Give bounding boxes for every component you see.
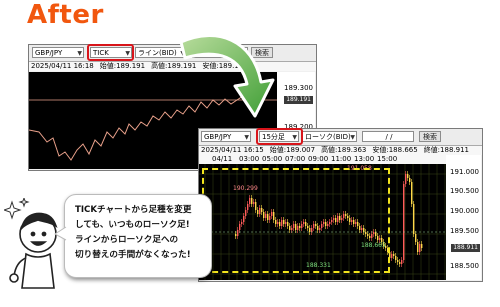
bubble-line: 切り替えの手間がなくなった! [75,250,191,260]
date-value: / / [385,133,393,141]
timestamp: 2025/04/11 16:18 [31,62,94,70]
candle-body [403,184,405,260]
current-price-tag: 189.191 [284,96,313,104]
line-type-value: ライン(BID) [138,49,177,57]
person-icon [9,212,58,289]
bubble-line: TICKチャートから足種を変更 [75,205,192,215]
candle-body [409,178,411,182]
time-label: 13:00 [354,155,375,163]
y-tick: 189.300 [284,84,313,92]
speech-bubble: TICKチャートから足種を変更 しても、いつものローソク足! ラインからローソク… [64,194,212,278]
candle-body [419,244,421,252]
current-price-tag: 188.911 [451,244,480,252]
y-tick: 188.500 [450,262,479,270]
candle-body [417,242,419,252]
person-illustration [4,198,58,289]
search-button[interactable]: 検索 [419,131,441,142]
pair-value: GBP/JPY [35,49,63,57]
ohlc-info: 2025/04/11 16:15 始値:189.007 高値:189.363 安値:1… [199,146,482,155]
dashed-highlight [202,168,390,273]
candle-body [391,254,393,258]
toolbar: GBP/JPY ▼ 15分足 ▼ ローソク(BID) ▼ / / 検索 [199,129,482,146]
pair-select[interactable]: GBP/JPY ▼ [32,47,84,58]
date-field[interactable]: / / [362,131,414,142]
close-value: 終値:188.911 [423,146,469,154]
candle-body [421,244,423,248]
y-tick: 191.000 [450,168,479,176]
y-tick: 189.500 [450,227,479,235]
arrow-shape [179,34,275,118]
candle-body [411,182,413,204]
candle-body [395,256,397,260]
highlight-box [87,44,134,61]
timestamp: 2025/04/11 16:15 [201,146,264,154]
bubble-tail [54,226,67,241]
chevron-down-icon: ▼ [77,50,82,57]
time-label: 07:00 [285,155,306,163]
low-value: 安値:188.665 [372,146,418,154]
time-label: 09:00 [308,155,329,163]
bubble-line: ラインからローソク足への [75,235,179,245]
time-label: 11:00 [331,155,352,163]
transition-arrow [179,34,275,118]
candle-body [397,260,399,262]
high-value: 高値:189.363 [321,146,367,154]
chevron-down-icon: ▼ [244,134,249,141]
y-tick: 190.500 [450,187,479,195]
heading: After [27,0,104,30]
candle-body [415,234,417,242]
time-label: 05:00 [262,155,283,163]
candle-body [399,262,401,264]
open-value: 始値:189.007 [269,146,316,154]
candle-price-axis: 191.000 190.500 190.000 189.500 188.911 … [446,155,481,280]
candle-body [393,254,395,256]
time-label: 04/11 [212,155,233,163]
style-select[interactable]: ローソク(BID) ▼ [302,131,357,142]
candle-body [407,174,409,178]
y-tick: 190.000 [450,207,479,215]
time-label: 03:00 [239,155,260,163]
pair-select[interactable]: GBP/JPY ▼ [201,131,251,142]
open-value: 始値:189.191 [99,62,146,70]
style-value: ローソク(BID) [305,133,351,141]
highlight-box [256,128,303,145]
time-label: 15:00 [377,155,398,163]
bubble-text: TICKチャートから足種を変更 しても、いつものローソク足! ラインからローソク… [75,203,191,263]
candle-body [405,174,407,184]
sparkle-icon [4,198,30,220]
time-axis: 04/11 03:00 05:00 07:00 09:00 11:00 13:0… [199,155,446,164]
bubble-line: しても、いつものローソク足! [75,220,190,230]
candle-body [401,260,403,264]
candle-body [413,204,415,234]
pair-value: GBP/JPY [204,133,232,141]
chevron-down-icon: ▼ [350,134,355,141]
